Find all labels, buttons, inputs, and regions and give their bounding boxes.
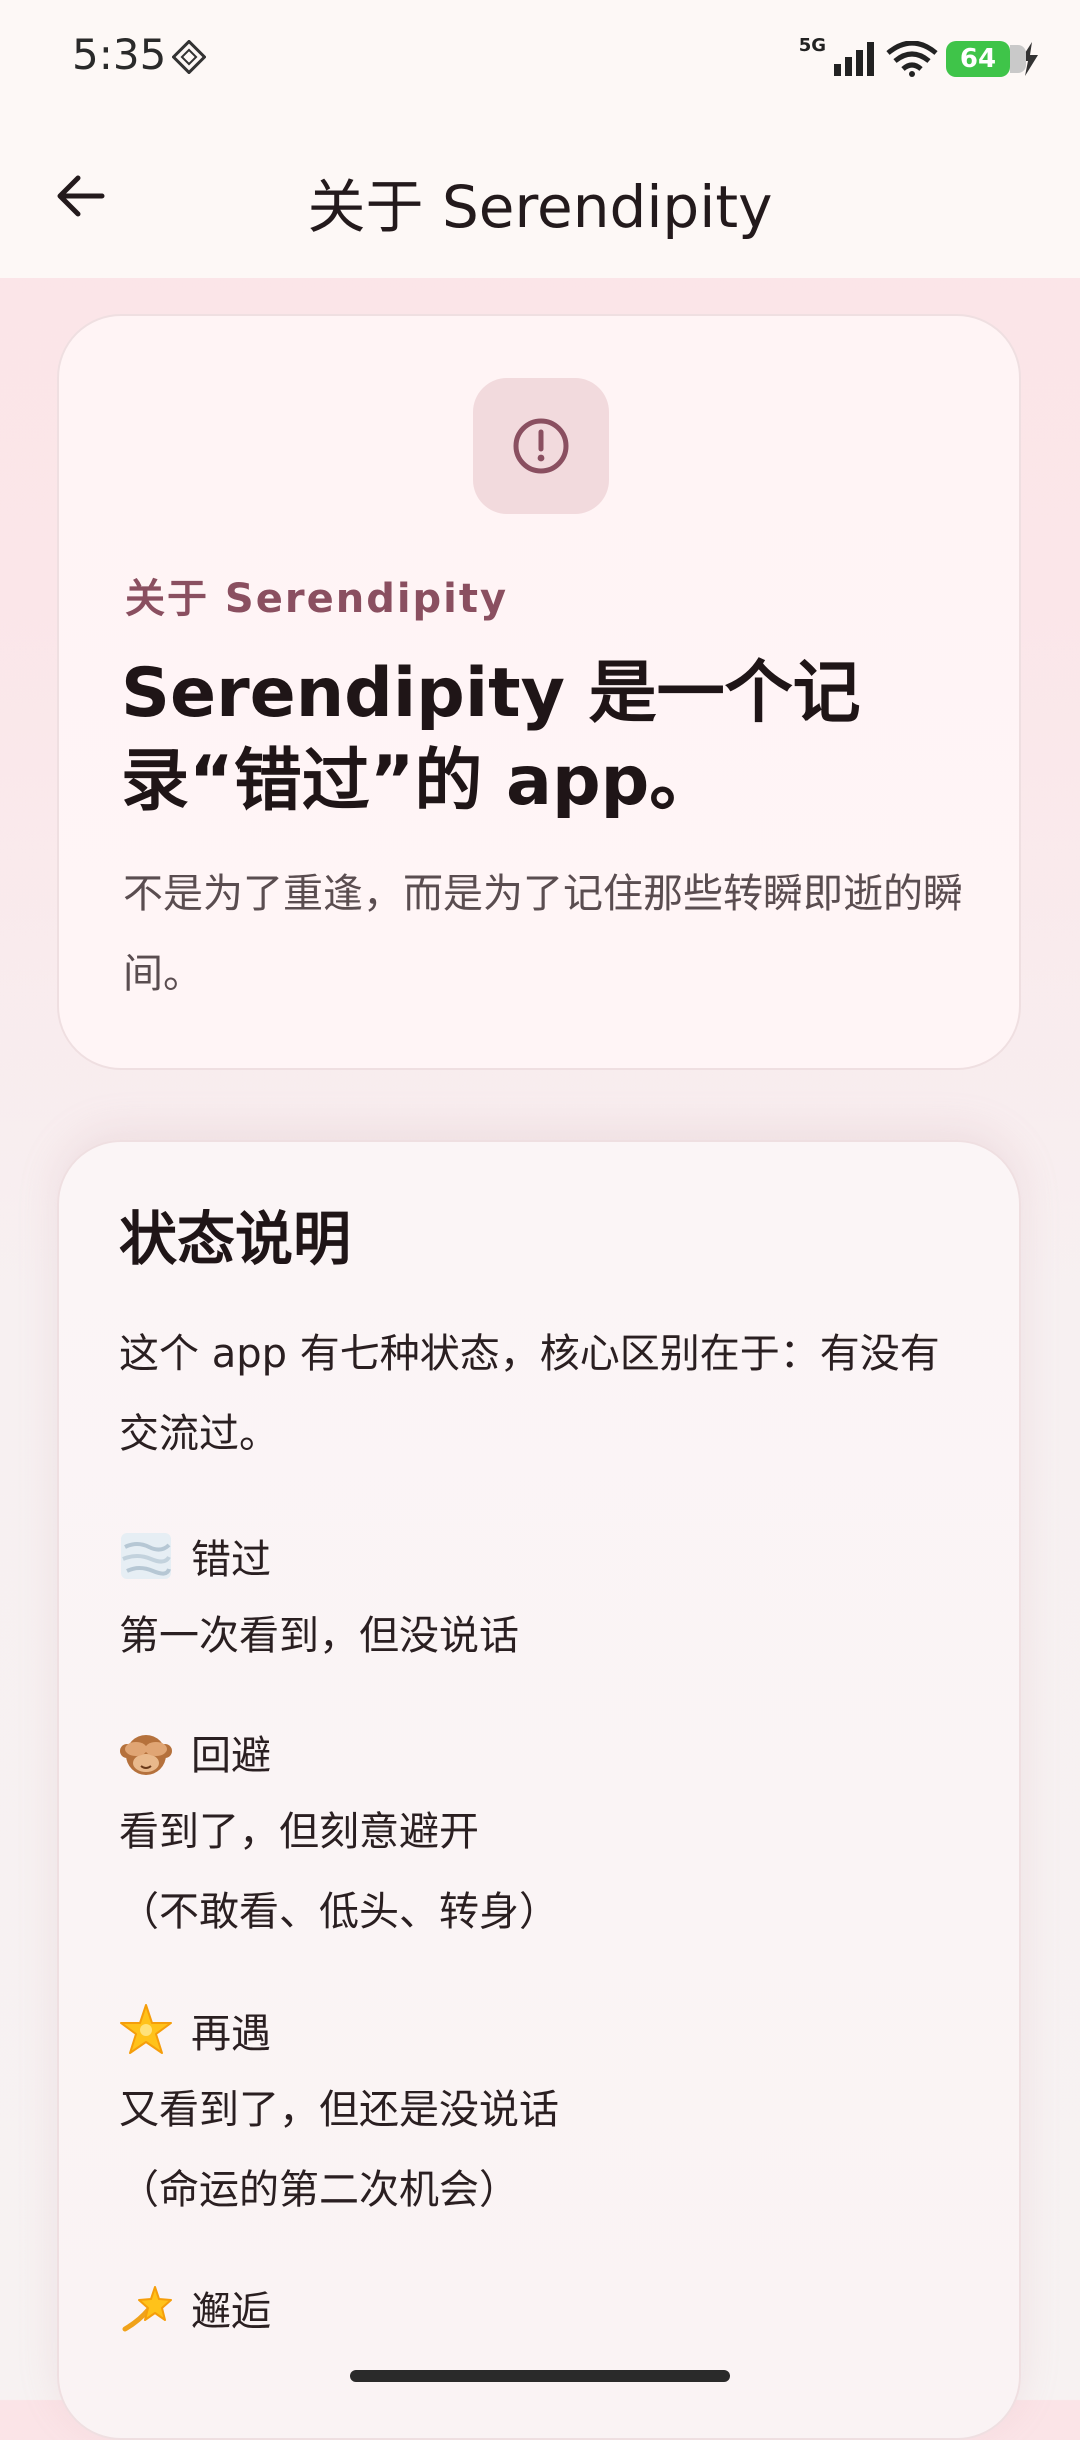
state-item: 邂逅 <box>119 2268 979 2348</box>
dizzy-icon <box>122 2286 172 2332</box>
status-bar: 5:35 5G 64 <box>0 0 1080 120</box>
state-name: 回避 <box>191 1733 271 1779</box>
wifi-icon <box>886 41 938 77</box>
state-name: 错过 <box>191 1537 271 1583</box>
state-head: 邂逅 <box>119 2268 979 2348</box>
state-name: 再遇 <box>191 2011 271 2057</box>
intro-overline: 关于 Serendipity <box>125 576 509 622</box>
network-type-label: 5G <box>798 34 826 56</box>
info-alert-icon <box>513 418 569 474</box>
see-no-evil-monkey-icon <box>120 1735 172 1775</box>
battery-tip <box>1010 45 1026 73</box>
fog-icon <box>121 1533 171 1579</box>
app-notification-icon <box>172 40 206 74</box>
glowing-star-icon <box>120 2004 172 2054</box>
state-item: 错过 第一次看到，但没说话 <box>119 1516 979 1676</box>
battery-level: 64 <box>959 44 997 74</box>
status-icons: 5G 64 <box>799 34 1040 84</box>
intro-body: 不是为了重逢，而是为了记住那些转瞬即逝的瞬间。 <box>123 871 963 997</box>
state-name: 邂逅 <box>191 2289 271 2335</box>
states-card: 状态说明 这个 app 有七种状态，核心区别在于：有没有交流过。 错过 第一次看… <box>57 1140 1021 2440</box>
intro-card: 关于 Serendipity Serendipity 是一个记录“错过”的 ap… <box>57 314 1021 1070</box>
app-bar: 关于 Serendipity <box>0 120 1080 278</box>
cellular-signal-icon <box>834 42 874 76</box>
page-title: 关于 Serendipity <box>307 173 773 241</box>
state-description: 第一次看到，但没说话 <box>119 1613 519 1659</box>
battery-indicator: 64 <box>946 41 1026 77</box>
states-intro: 这个 app 有七种状态，核心区别在于：有没有交流过。 <box>119 1331 940 1457</box>
states-title: 状态说明 <box>119 1205 352 1273</box>
gesture-navigation-handle[interactable] <box>350 2370 730 2382</box>
state-description: 又看到了，但还是没说话 （命运的第二次机会） <box>119 2087 559 2213</box>
info-badge <box>473 378 609 514</box>
state-head: 回避 <box>119 1712 979 1792</box>
status-time: 5:35 <box>72 30 167 79</box>
state-head: 再遇 <box>119 1990 979 2070</box>
state-description: 看到了，但刻意避开 （不敢看、低头、转身） <box>119 1809 559 1935</box>
state-item: 再遇 又看到了，但还是没说话 （命运的第二次机会） <box>119 1990 979 2230</box>
intro-heading: Serendipity 是一个记录“错过”的 app。 <box>121 654 861 821</box>
state-item: 回避 看到了，但刻意避开 （不敢看、低头、转身） <box>119 1712 979 1952</box>
state-head: 错过 <box>119 1516 979 1596</box>
